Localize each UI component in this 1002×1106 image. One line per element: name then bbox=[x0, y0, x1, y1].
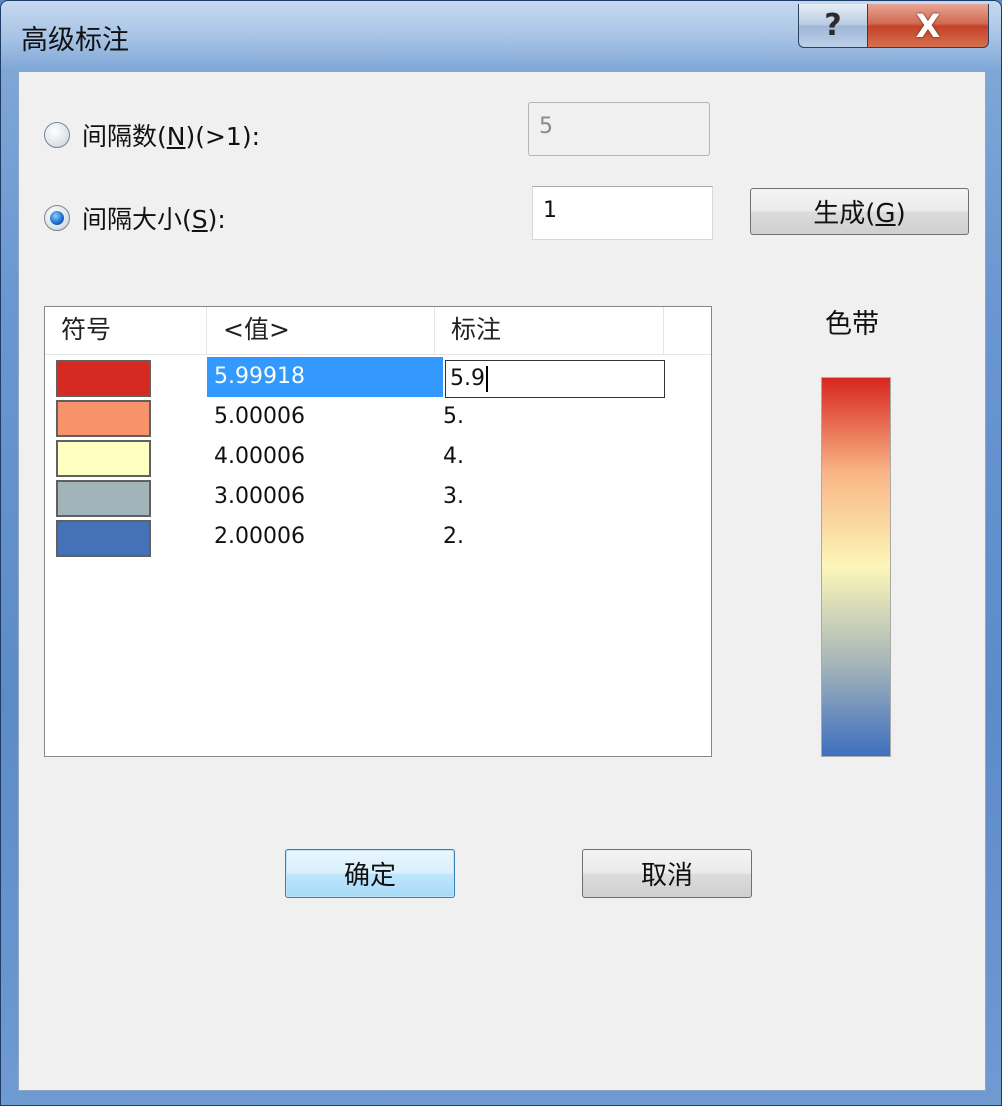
list-header: 符号 <值> 标注 bbox=[45, 307, 711, 355]
color-ramp-label: 色带 bbox=[825, 309, 879, 340]
label-cell[interactable]: 5. bbox=[443, 397, 464, 437]
interval-count-input[interactable]: 5 bbox=[528, 102, 710, 156]
ok-button[interactable]: 确定 bbox=[285, 849, 455, 898]
value-cell[interactable]: 3.00006 bbox=[207, 477, 443, 517]
interval-size-label: 间隔大小(S): bbox=[82, 205, 226, 234]
label-cell[interactable]: 2. bbox=[443, 517, 464, 557]
value-cell[interactable]: 5.99918 bbox=[207, 357, 443, 397]
interval-size-input[interactable]: 1 bbox=[532, 186, 713, 240]
close-icon: X bbox=[915, 6, 941, 45]
interval-count-label: 间隔数(N)(>1): bbox=[82, 122, 261, 151]
help-icon: ? bbox=[824, 8, 842, 43]
table-row[interactable]: 3.00006 3. bbox=[45, 477, 711, 517]
column-header-label[interactable]: 标注 bbox=[435, 307, 664, 354]
label-cell[interactable]: 3. bbox=[443, 477, 464, 517]
column-header-value[interactable]: <值> bbox=[207, 307, 435, 354]
interval-size-option[interactable]: 间隔大小(S): bbox=[44, 200, 226, 236]
value-cell[interactable]: 4.00006 bbox=[207, 437, 443, 477]
label-cell[interactable]: 4. bbox=[443, 437, 464, 477]
symbol-swatch[interactable] bbox=[56, 400, 151, 437]
table-row[interactable]: 2.00006 2. bbox=[45, 517, 711, 557]
label-list-view[interactable]: 符号 <值> 标注 5.99918 5.9 5.00006 5. 4.00006… bbox=[44, 306, 712, 757]
column-header-symbol[interactable]: 符号 bbox=[45, 307, 207, 354]
interval-count-radio[interactable] bbox=[44, 122, 70, 148]
value-cell[interactable]: 2.00006 bbox=[207, 517, 443, 557]
dialog-window: 高级标注 ? X 间隔数(N)(>1): 5 间隔大小(S): 1 生成(G) … bbox=[0, 0, 1002, 1106]
label-edit-input[interactable]: 5.9 bbox=[445, 360, 665, 398]
symbol-swatch[interactable] bbox=[56, 360, 151, 397]
value-cell[interactable]: 5.00006 bbox=[207, 397, 443, 437]
interval-count-option[interactable]: 间隔数(N)(>1): bbox=[44, 117, 260, 153]
table-row[interactable]: 4.00006 4. bbox=[45, 437, 711, 477]
symbol-swatch[interactable] bbox=[56, 440, 151, 477]
symbol-swatch[interactable] bbox=[56, 480, 151, 517]
interval-size-radio[interactable] bbox=[44, 205, 70, 231]
symbol-swatch[interactable] bbox=[56, 520, 151, 557]
text-caret bbox=[486, 366, 488, 392]
close-button[interactable]: X bbox=[867, 4, 989, 48]
title-bar[interactable]: 高级标注 ? X bbox=[1, 1, 1001, 71]
generate-button-label: 生成(G) bbox=[813, 199, 906, 229]
table-row[interactable]: 5.99918 5.9 bbox=[45, 357, 711, 398]
dialog-client-area: 间隔数(N)(>1): 5 间隔大小(S): 1 生成(G) 符号 <值> 标注… bbox=[18, 71, 986, 1091]
dialog-title: 高级标注 bbox=[21, 25, 129, 56]
table-row[interactable]: 5.00006 5. bbox=[45, 397, 711, 437]
color-ramp[interactable] bbox=[821, 377, 891, 757]
help-button[interactable]: ? bbox=[798, 4, 868, 48]
generate-button[interactable]: 生成(G) bbox=[750, 188, 969, 235]
cancel-button[interactable]: 取消 bbox=[582, 849, 752, 898]
